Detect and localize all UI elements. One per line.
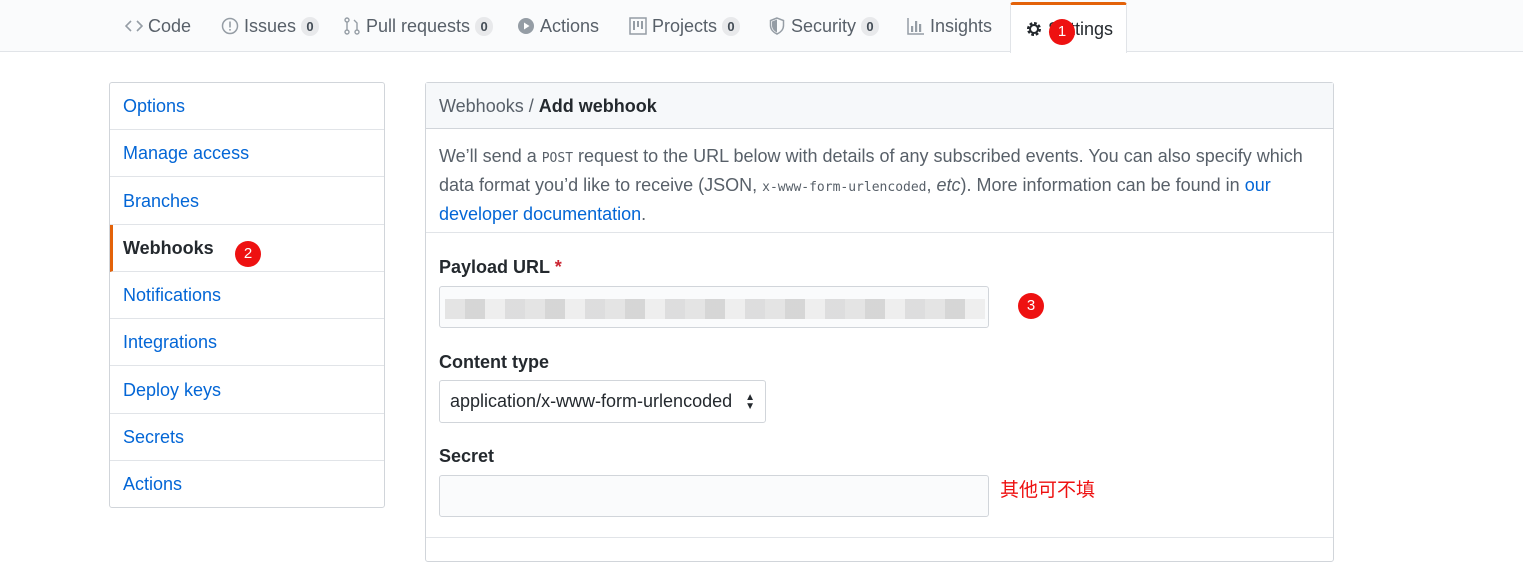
annotation-marker: 3 [1018, 293, 1044, 319]
counter-badge: 0 [722, 16, 741, 36]
tab-label: Code [148, 15, 192, 36]
divider [426, 232, 1333, 233]
breadcrumb-webhooks-link[interactable]: Webhooks [439, 96, 524, 116]
tab-insights[interactable]: Insights [906, 0, 992, 52]
tab-issues[interactable]: Issues 0 [220, 0, 320, 52]
annotation-marker: 1 [1049, 19, 1075, 45]
menu-item-notifications[interactable]: Notifications [110, 272, 384, 319]
select-caret-icon: ▲ ▼ [745, 392, 755, 412]
intro-text-part: We’ll send a [439, 146, 542, 166]
content-type-select[interactable]: application/x-www-form-urlencoded ▲ ▼ [439, 380, 766, 423]
secret-input[interactable] [439, 475, 989, 517]
settings-menu: Options Manage access Branches Webhooks … [109, 82, 385, 508]
tab-label: Security [791, 15, 857, 36]
redacted-url [445, 299, 985, 319]
content-type-label: Content type [439, 352, 549, 372]
intro-text-part: , [926, 175, 937, 195]
menu-item-actions[interactable]: Actions [110, 461, 384, 508]
tab-security[interactable]: Security 0 [767, 0, 880, 52]
tab-code[interactable]: Code [124, 0, 191, 52]
payload-url-label: Payload URL * [439, 257, 562, 278]
intro-text: We’ll send a POST request to the URL bel… [439, 143, 1319, 227]
graph-icon [906, 16, 926, 36]
format-code: x-www-form-urlencoded [762, 180, 927, 195]
project-icon [628, 16, 648, 36]
divider [426, 537, 1333, 538]
code-icon [124, 16, 144, 36]
menu-item-options[interactable]: Options [110, 83, 384, 130]
tab-label: Insights [930, 15, 993, 36]
intro-text-part: . [641, 204, 647, 224]
tab-label: Issues [244, 15, 297, 36]
post-code: POST [541, 151, 574, 166]
issue-icon [220, 16, 240, 36]
payload-url-label-text: Payload URL [439, 257, 550, 277]
intro-text-part: ). More information can be found in [960, 175, 1245, 195]
menu-item-secrets[interactable]: Secrets [110, 414, 384, 461]
required-mark: * [554, 257, 562, 277]
repo-nav: Code Issues 0 Pull requests 0 Actions Pr… [0, 0, 1523, 53]
tab-pull-requests[interactable]: Pull requests 0 [342, 0, 494, 52]
counter-badge: 0 [475, 16, 494, 36]
tab-actions[interactable]: Actions [516, 0, 599, 52]
annotation-note: 其他可不填 [1000, 480, 1096, 501]
annotation-marker: 2 [235, 241, 261, 267]
content-type-value: application/x-www-form-urlencoded [450, 391, 733, 411]
play-icon [516, 16, 536, 36]
tab-label: Pull requests [366, 15, 471, 36]
page-title: Add webhook [538, 96, 657, 116]
breadcrumb-separator: / [528, 96, 534, 116]
payload-url-input[interactable] [439, 286, 989, 328]
tab-label: Projects [652, 15, 718, 36]
etc-text: etc [936, 175, 961, 195]
gear-icon [1024, 19, 1044, 39]
menu-item-branches[interactable]: Branches [110, 178, 384, 225]
secret-label: Secret [439, 446, 495, 466]
counter-badge: 0 [301, 16, 320, 36]
shield-icon [767, 16, 787, 36]
menu-item-manage-access[interactable]: Manage access [110, 130, 384, 177]
menu-item-deploy-keys[interactable]: Deploy keys [110, 367, 384, 414]
tab-projects[interactable]: Projects 0 [628, 0, 741, 52]
counter-badge: 0 [861, 16, 880, 36]
pull-request-icon [342, 16, 362, 36]
tab-label: Actions [540, 15, 600, 36]
add-webhook-panel: Webhooks / Add webhook We’ll send a POST… [425, 82, 1334, 562]
menu-item-integrations[interactable]: Integrations [110, 319, 384, 366]
breadcrumb: Webhooks / Add webhook [426, 83, 1333, 129]
